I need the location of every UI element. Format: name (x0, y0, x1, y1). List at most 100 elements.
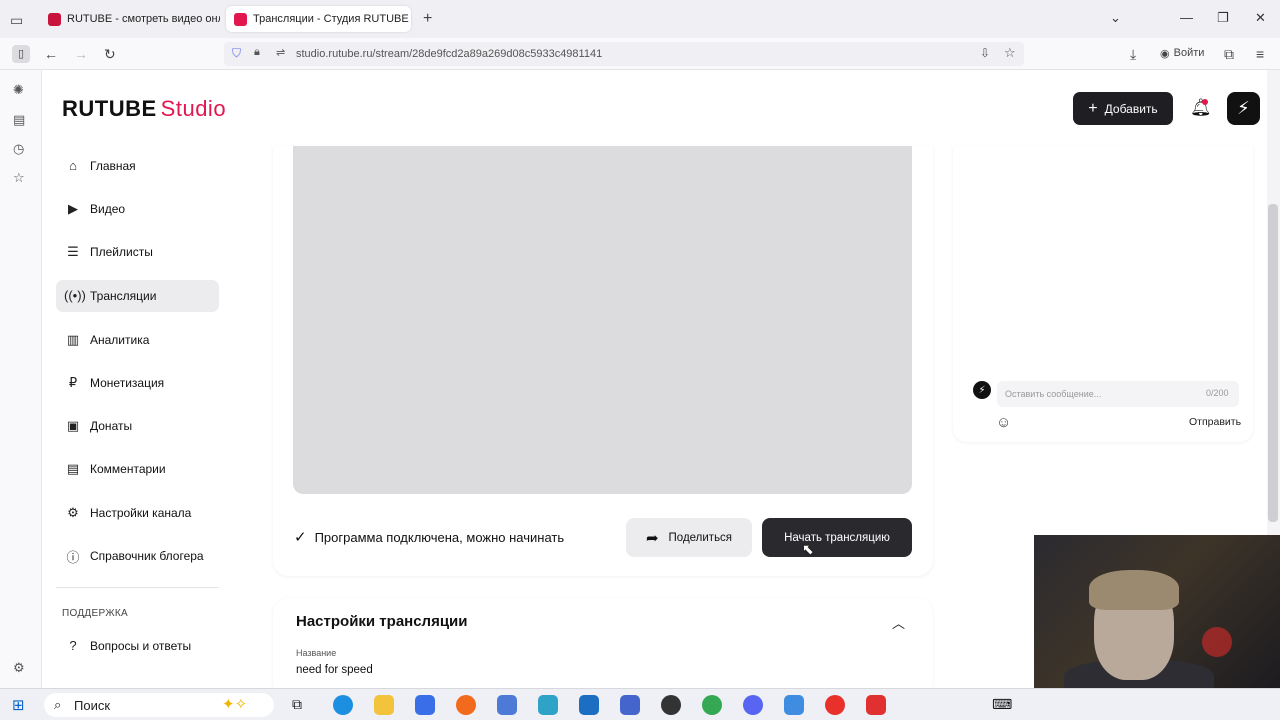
permissions-icon[interactable]: ⇌ (276, 46, 285, 59)
synced-tabs-icon[interactable]: ▤ (13, 112, 25, 128)
discord-icon[interactable] (743, 695, 763, 715)
sidebar-item-channel-settings[interactable]: ⚙ Настройки канала (56, 491, 219, 534)
ai-chat-icon[interactable]: ✺ (13, 82, 24, 98)
add-button[interactable]: + Добавить (1073, 92, 1173, 125)
new-tab-icon[interactable]: + (423, 10, 432, 28)
add-label: Добавить (1104, 101, 1158, 116)
app-icon[interactable] (579, 695, 599, 715)
chevron-up-icon[interactable]: ︿ (892, 613, 905, 632)
sidebar-item-analytics[interactable]: ▥ Аналитика (56, 318, 219, 361)
sidebar-item-comments[interactable]: ▤ Комментарии (56, 448, 219, 491)
taskbar-search[interactable]: ⌕ Поиск ✦✧ (44, 693, 274, 717)
chrome-icon[interactable] (702, 695, 722, 715)
history-icon[interactable]: ◷ (13, 141, 24, 157)
person-hair (1089, 570, 1179, 610)
sidebar-item-donations[interactable]: ▣ Донаты (56, 404, 219, 447)
app-icon[interactable] (620, 695, 640, 715)
yandex-browser-icon[interactable] (825, 695, 845, 715)
windows-taskbar: ⊞ ⌕ Поиск ✦✧ ⧉ ⌨ (0, 688, 1280, 720)
video-icon: ▶ (68, 200, 78, 216)
windows-start-icon[interactable]: ⊞ (12, 696, 25, 714)
maximize-icon[interactable]: ❐ (1217, 10, 1229, 26)
downloads-icon[interactable]: ⤓ (1130, 46, 1136, 63)
minimize-icon[interactable]: — (1180, 10, 1193, 25)
reload-icon[interactable]: ↻ (104, 46, 116, 63)
file-explorer-icon[interactable] (374, 695, 394, 715)
account-button[interactable]: ◉ Войти (1160, 47, 1204, 60)
sidebar-item-label: Настройки канала (90, 505, 192, 520)
close-window-icon[interactable]: ✕ (1255, 10, 1266, 26)
start-stream-button[interactable]: Начать трансляцию (762, 518, 912, 557)
comment-icon: ▤ (66, 461, 80, 477)
emoji-icon[interactable]: ☺ (996, 414, 1011, 431)
customize-sidebar-icon[interactable]: ⚙ (13, 660, 25, 676)
checkmark-icon: ✓ (294, 529, 307, 546)
app-icon[interactable] (538, 695, 558, 715)
firefox-icon[interactable] (456, 695, 476, 715)
channel-logo-icon: ⚡ (978, 384, 986, 396)
lock-icon[interactable]: 🔒︎ (254, 46, 260, 59)
tab-rutube[interactable]: RUTUBE - смотреть видео онл ✕ (40, 6, 220, 32)
obs-icon[interactable] (661, 695, 681, 715)
sidebar-item-video[interactable]: ▶ Видео (56, 187, 219, 230)
menu-icon[interactable]: ≡ (1256, 46, 1264, 62)
studio-logo[interactable]: RUTUBE Studio (62, 96, 226, 122)
sidebar-item-label: Монетизация (90, 375, 165, 390)
start-label: Начать трансляцию (784, 531, 890, 544)
name-field-value[interactable]: need for speed (296, 664, 373, 676)
store-icon[interactable] (415, 695, 435, 715)
playlist-icon: ☰ (67, 244, 79, 260)
chat-message-input[interactable]: Оставить сообщение... (997, 381, 1239, 407)
sidebar-item-blogger-guide[interactable]: ⓘ Справочник блогера (56, 534, 219, 577)
wallet-icon: ▣ (66, 418, 80, 434)
sidebar-item-label: Видео (90, 201, 126, 216)
rutube-favicon-icon (48, 12, 61, 26)
ruble-icon: ₽ (68, 374, 78, 390)
edge-icon[interactable] (333, 695, 353, 715)
sidebar-item-faq[interactable]: ? Вопросы и ответы (64, 638, 191, 653)
connection-status: ✓ Программа подключена, можно начинать (294, 528, 564, 546)
notifications-bell-icon[interactable]: 🔔︎ (1190, 98, 1212, 118)
task-view-icon[interactable]: ⧉ (292, 696, 302, 713)
search-icon: ⌕ (54, 697, 62, 712)
webcam-overlay (1034, 535, 1280, 688)
logo-main: RUTUBE (62, 96, 157, 121)
share-button[interactable]: ➦ Поделиться (626, 518, 752, 557)
browser-tab-bar: ▭ RUTUBE - смотреть видео онл ✕ Трансляц… (0, 0, 1280, 38)
share-icon: ➦ (645, 529, 659, 547)
app-icon[interactable] (497, 695, 517, 715)
tab-studio[interactable]: Трансляции - Студия RUTUBE ✕ (226, 6, 411, 32)
bookmarks-icon[interactable]: ☆ (13, 170, 25, 186)
analytics-icon: ▥ (66, 331, 80, 347)
keyboard-icon[interactable]: ⌨ (992, 696, 1012, 713)
forward-icon[interactable]: → (74, 46, 88, 62)
share-label: Поделиться (668, 531, 733, 544)
sidebar-item-label: Донаты (90, 419, 133, 434)
char-counter: 0/200 (1206, 388, 1229, 398)
yandex-icon[interactable] (866, 695, 886, 715)
extensions-icon[interactable]: ⧉ (1224, 46, 1234, 63)
save-page-icon[interactable]: ⇩ (980, 46, 990, 60)
video-preview[interactable] (293, 146, 912, 494)
app-icon[interactable] (784, 695, 804, 715)
shield-icon[interactable]: ⛉ (232, 46, 241, 61)
sidebar-item-label: Вопросы и ответы (90, 638, 192, 653)
studio-favicon-icon (234, 12, 247, 26)
tab-overflow-icon[interactable]: ⌄ (1110, 10, 1121, 26)
bookmark-star-icon[interactable]: ☆ (1004, 45, 1016, 61)
sidebar-item-home[interactable]: ⌂ Главная (56, 144, 219, 187)
home-icon: ⌂ (69, 158, 77, 174)
sidebar-item-playlists[interactable]: ☰ Плейлисты (56, 231, 219, 274)
avatar[interactable]: ⚡ (1227, 92, 1260, 125)
sidebar-item-monetization[interactable]: ₽ Монетизация (56, 361, 219, 404)
tab-list-icon[interactable]: ▭ (10, 12, 23, 29)
url-input[interactable]: ⛉ 🔒︎ ⇌ studio.rutube.ru/stream/28de9fcd2… (224, 42, 1024, 66)
sidebar-toggle-icon[interactable]: ▯ (12, 45, 30, 63)
sidebar-item-broadcasts[interactable]: ((•)) Трансляции (56, 279, 219, 312)
sidebar-item-label: Плейлисты (90, 245, 153, 260)
sidebar-menu: ⌂ Главная ▶ Видео ☰ Плейлисты ((•)) Трансляц… (56, 144, 219, 578)
send-button[interactable]: Отправить (1189, 416, 1241, 428)
name-field-label: Название (296, 648, 337, 658)
back-icon[interactable]: ← (44, 46, 58, 62)
scrollbar-thumb[interactable] (1268, 204, 1278, 522)
